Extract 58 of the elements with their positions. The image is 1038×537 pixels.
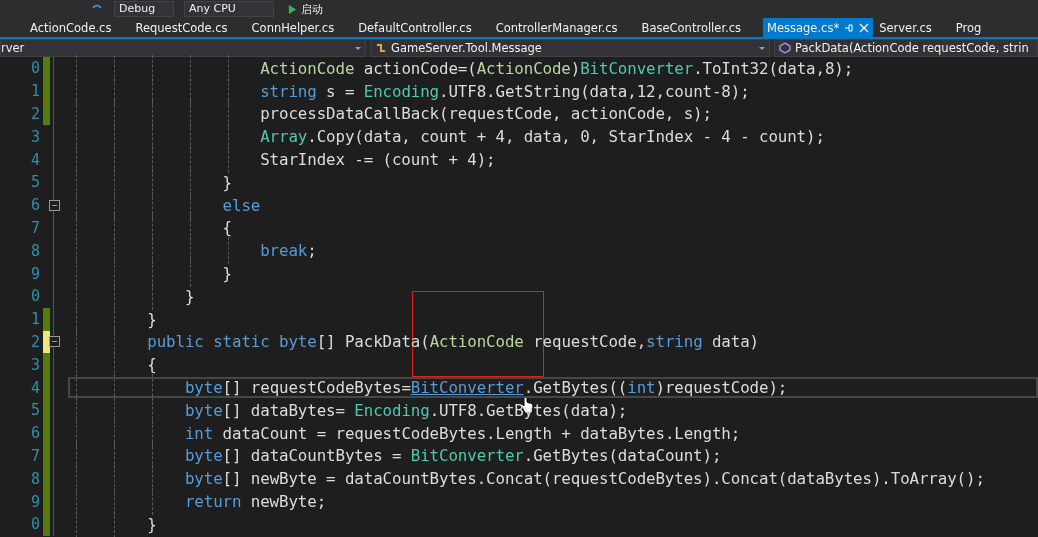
tab-label: ConnHelper.cs	[251, 20, 335, 35]
file-tab[interactable]: DefaultController.cs	[356, 18, 494, 37]
line-number: 6	[29, 196, 41, 215]
tab-label: ControllerManager.cs	[495, 20, 618, 35]
class-dropdown[interactable]: GameServer.Tool.Message	[370, 39, 770, 57]
line-number: 0	[29, 59, 41, 78]
caret-icon	[759, 46, 765, 50]
class-icon	[375, 42, 387, 54]
tab-label: Message.cs*	[767, 20, 840, 35]
close-icon[interactable]	[859, 22, 870, 33]
line-number: 0	[29, 515, 41, 534]
line-number: 0	[29, 287, 41, 306]
tab-label: Prog	[955, 20, 982, 35]
line-number: 1	[29, 310, 41, 329]
configuration-dropdown[interactable]: Debug	[114, 1, 174, 17]
tab-label: DefaultController.cs	[358, 20, 472, 35]
line-number: 7	[29, 218, 41, 237]
line-number: 8	[29, 469, 41, 488]
file-tab[interactable]: RequestCode.cs	[133, 18, 250, 37]
collapse-icon[interactable]	[48, 336, 60, 348]
file-tab[interactable]: ConnHelper.cs	[249, 18, 357, 37]
file-tab[interactable]: Prog	[953, 18, 1004, 37]
class-name: GameServer.Tool.Message	[391, 41, 542, 55]
play-icon	[288, 4, 297, 14]
member-name: PackData(ActionCode requestCode, strin	[795, 41, 1029, 55]
file-tab[interactable]: Server.cs	[877, 18, 954, 37]
line-number: 9	[29, 492, 41, 511]
tab-label: BaseController.cs	[641, 20, 742, 35]
file-tab[interactable]: BaseController.cs	[639, 18, 764, 37]
line-number: 5	[29, 173, 41, 192]
line-number: 1	[29, 82, 41, 101]
caret-icon	[355, 46, 361, 50]
line-number: 5	[29, 401, 41, 420]
member-dropdown[interactable]: PackData(ActionCode requestCode, strin	[774, 39, 1038, 57]
file-tab[interactable]: ActionCode.cs	[28, 18, 134, 37]
collapse-icon[interactable]	[48, 199, 60, 211]
project-dropdown[interactable]: rver	[0, 39, 366, 57]
start-button[interactable]: 启动	[284, 1, 327, 17]
project-name: rver	[1, 41, 25, 55]
file-tab[interactable]: ControllerManager.cs	[493, 18, 640, 37]
file-tab[interactable]: Message.cs*	[763, 18, 874, 37]
platform-dropdown[interactable]: Any CPU	[184, 1, 274, 17]
line-number: 3	[29, 127, 41, 146]
line-number: 9	[29, 264, 41, 283]
line-number: 4	[29, 378, 41, 397]
line-number: 2	[29, 105, 41, 123]
method-icon	[779, 42, 791, 54]
code-line: }	[72, 514, 157, 534]
line-number: 2	[29, 332, 41, 351]
line-number: 4	[29, 150, 41, 169]
tab-label: ActionCode.cs	[30, 20, 112, 35]
line-number: 3	[29, 355, 41, 374]
pin-icon[interactable]	[844, 22, 855, 33]
tab-label: Server.cs	[879, 20, 932, 35]
line-number: 8	[29, 241, 41, 260]
line-number: 6	[29, 424, 41, 443]
tab-label: RequestCode.cs	[135, 20, 228, 35]
line-number: 7	[29, 446, 41, 465]
